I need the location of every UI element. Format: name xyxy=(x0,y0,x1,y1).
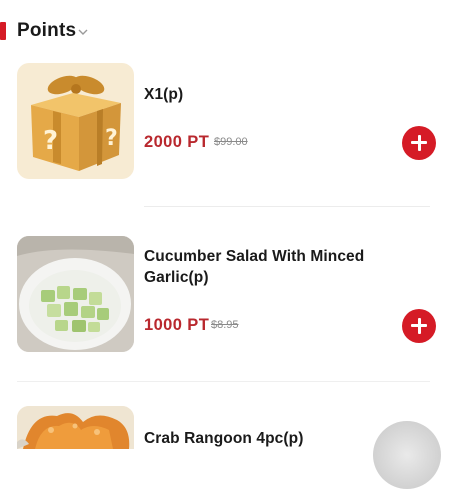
cucumber-salad-image xyxy=(17,236,134,352)
item-divider xyxy=(17,381,430,382)
section-title: Points xyxy=(17,20,77,41)
add-to-cart-button[interactable] xyxy=(402,309,436,343)
item-divider xyxy=(144,206,430,207)
plus-icon-vertical xyxy=(417,135,421,151)
chevron-down-icon[interactable] xyxy=(77,26,89,38)
section-accent-bar xyxy=(0,22,6,40)
item-name: Crab Rangoon 4pc(p) xyxy=(144,430,304,447)
add-to-cart-button[interactable] xyxy=(402,126,436,160)
section-header[interactable]: Points xyxy=(0,14,450,48)
item-points-price: 1000 PT xyxy=(144,316,210,334)
svg-text:?: ? xyxy=(105,126,118,151)
item-original-price: $99.00 xyxy=(214,136,248,148)
crab-rangoon-image xyxy=(17,406,134,449)
item-points-price: 2000 PT xyxy=(144,133,210,151)
svg-text:?: ? xyxy=(43,126,58,156)
item-name: X1(p) xyxy=(144,86,184,103)
mystery-gift-box-image: ? ? xyxy=(17,63,134,179)
item-name: Cucumber Salad With Minced Garlic(p) xyxy=(144,248,365,286)
plus-icon-vertical xyxy=(417,318,421,334)
add-to-cart-button[interactable] xyxy=(373,421,441,489)
item-original-price: $8.95 xyxy=(211,319,239,331)
